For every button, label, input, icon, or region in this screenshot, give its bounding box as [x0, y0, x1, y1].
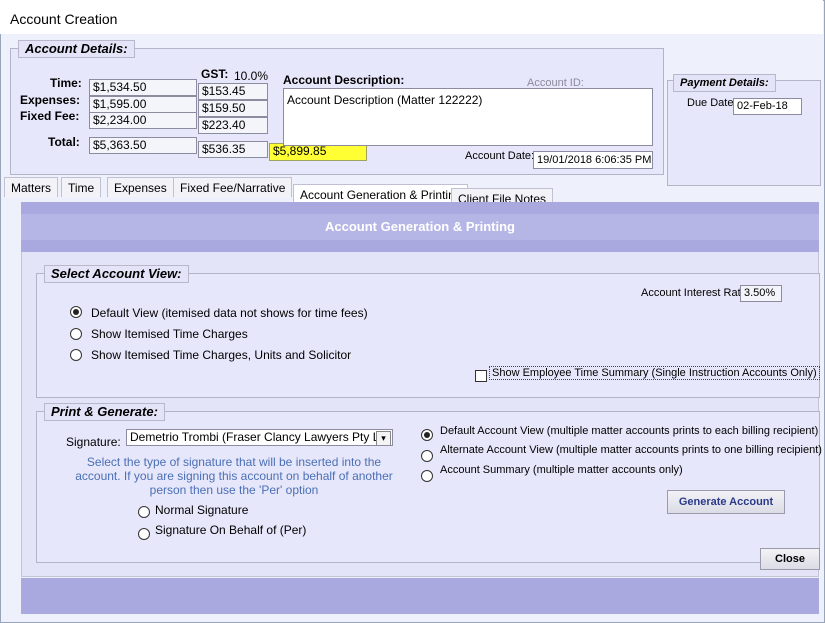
interest-rate-label: Account Interest Rate:: [641, 287, 750, 299]
total-label: Total:: [48, 135, 80, 149]
employee-summary-label: Show Employee Time Summary (Single Instr…: [489, 366, 820, 380]
gst-label: GST:: [201, 67, 229, 81]
account-description-label: Account Description:: [283, 73, 405, 87]
tab-time[interactable]: Time: [61, 177, 102, 197]
default-account-view-radio[interactable]: [421, 429, 433, 441]
fixed-fee-amount: $2,234.00: [89, 112, 197, 129]
print-generate-legend: Print & Generate:: [44, 403, 165, 421]
signature-label: Signature:: [66, 435, 121, 449]
account-description-field[interactable]: Account Description (Matter 122222): [283, 88, 653, 146]
due-date-label: Due Date:: [687, 97, 737, 109]
normal-signature-radio[interactable]: [138, 506, 150, 518]
expenses-gst: $159.50: [198, 100, 268, 117]
default-view-radio[interactable]: [70, 306, 82, 318]
default-account-view-label: Default Account View (multiple matter ac…: [440, 425, 819, 437]
employee-summary-checkbox[interactable]: [475, 370, 487, 382]
time-label: Time:: [50, 76, 82, 90]
itemised-time-charges-label: Show Itemised Time Charges: [91, 327, 248, 341]
time-gst: $153.45: [198, 83, 268, 100]
alternate-account-view-radio[interactable]: [421, 450, 433, 462]
expenses-amount: $1,595.00: [89, 96, 197, 113]
default-view-label: Default View (itemised data not shows fo…: [91, 306, 368, 320]
account-summary-radio[interactable]: [421, 470, 433, 482]
tab-matters[interactable]: Matters: [4, 177, 59, 197]
panel-title: Account Generation & Printing: [21, 214, 819, 240]
generate-account-button[interactable]: Generate Account: [667, 490, 785, 514]
signature-per-radio[interactable]: [138, 528, 150, 540]
account-date-field[interactable]: 19/01/2018 6:06:35 PM: [533, 151, 653, 169]
footer-band: [21, 578, 819, 614]
due-date-field[interactable]: 02-Feb-18: [733, 98, 802, 115]
select-account-view-legend: Select Account View:: [44, 265, 189, 283]
time-amount: $1,534.50: [89, 79, 197, 96]
fixed-fee-gst: $223.40: [198, 117, 268, 134]
total-amount: $5,363.50: [89, 137, 197, 154]
payment-details-legend: Payment Details:: [673, 74, 776, 92]
normal-signature-label: Normal Signature: [155, 503, 249, 517]
signature-value: Demetrio Trombi (Fraser Clancy Lawyers P…: [130, 430, 383, 444]
account-details-legend: Account Details:: [18, 40, 135, 58]
title-bar: Account Creation: [0, 0, 823, 34]
expenses-label: Expenses:: [20, 93, 81, 107]
account-date-label: Account Date:: [465, 150, 535, 162]
fixed-fee-label: Fixed Fee:: [20, 109, 80, 123]
chevron-down-icon[interactable]: ▾: [376, 431, 391, 445]
signature-per-label: Signature On Behalf of (Per): [155, 523, 307, 537]
window-title: Account Creation: [10, 11, 118, 27]
panel-header: Account Generation & Printing: [21, 202, 819, 252]
account-summary-label: Account Summary (multiple matter account…: [440, 464, 683, 476]
alternate-account-view-label: Alternate Account View (multiple matter …: [440, 444, 822, 456]
itemised-units-solicitor-label: Show Itemised Time Charges, Units and So…: [91, 348, 352, 362]
close-button[interactable]: Close: [760, 548, 820, 570]
tab-fixed-fee-narrative[interactable]: Fixed Fee/Narrative: [173, 177, 293, 197]
interest-rate-field[interactable]: 3.50%: [740, 285, 782, 302]
itemised-time-charges-radio[interactable]: [70, 328, 82, 340]
payment-details-group: [667, 80, 821, 186]
itemised-units-solicitor-radio[interactable]: [70, 349, 82, 361]
tab-expenses[interactable]: Expenses: [107, 177, 174, 197]
signature-select[interactable]: Demetrio Trombi (Fraser Clancy Lawyers P…: [126, 429, 393, 446]
signature-hint: Select the type of signature that will b…: [75, 455, 393, 497]
total-gst: $536.35: [198, 141, 268, 158]
gst-rate: 10.0%: [234, 69, 269, 83]
